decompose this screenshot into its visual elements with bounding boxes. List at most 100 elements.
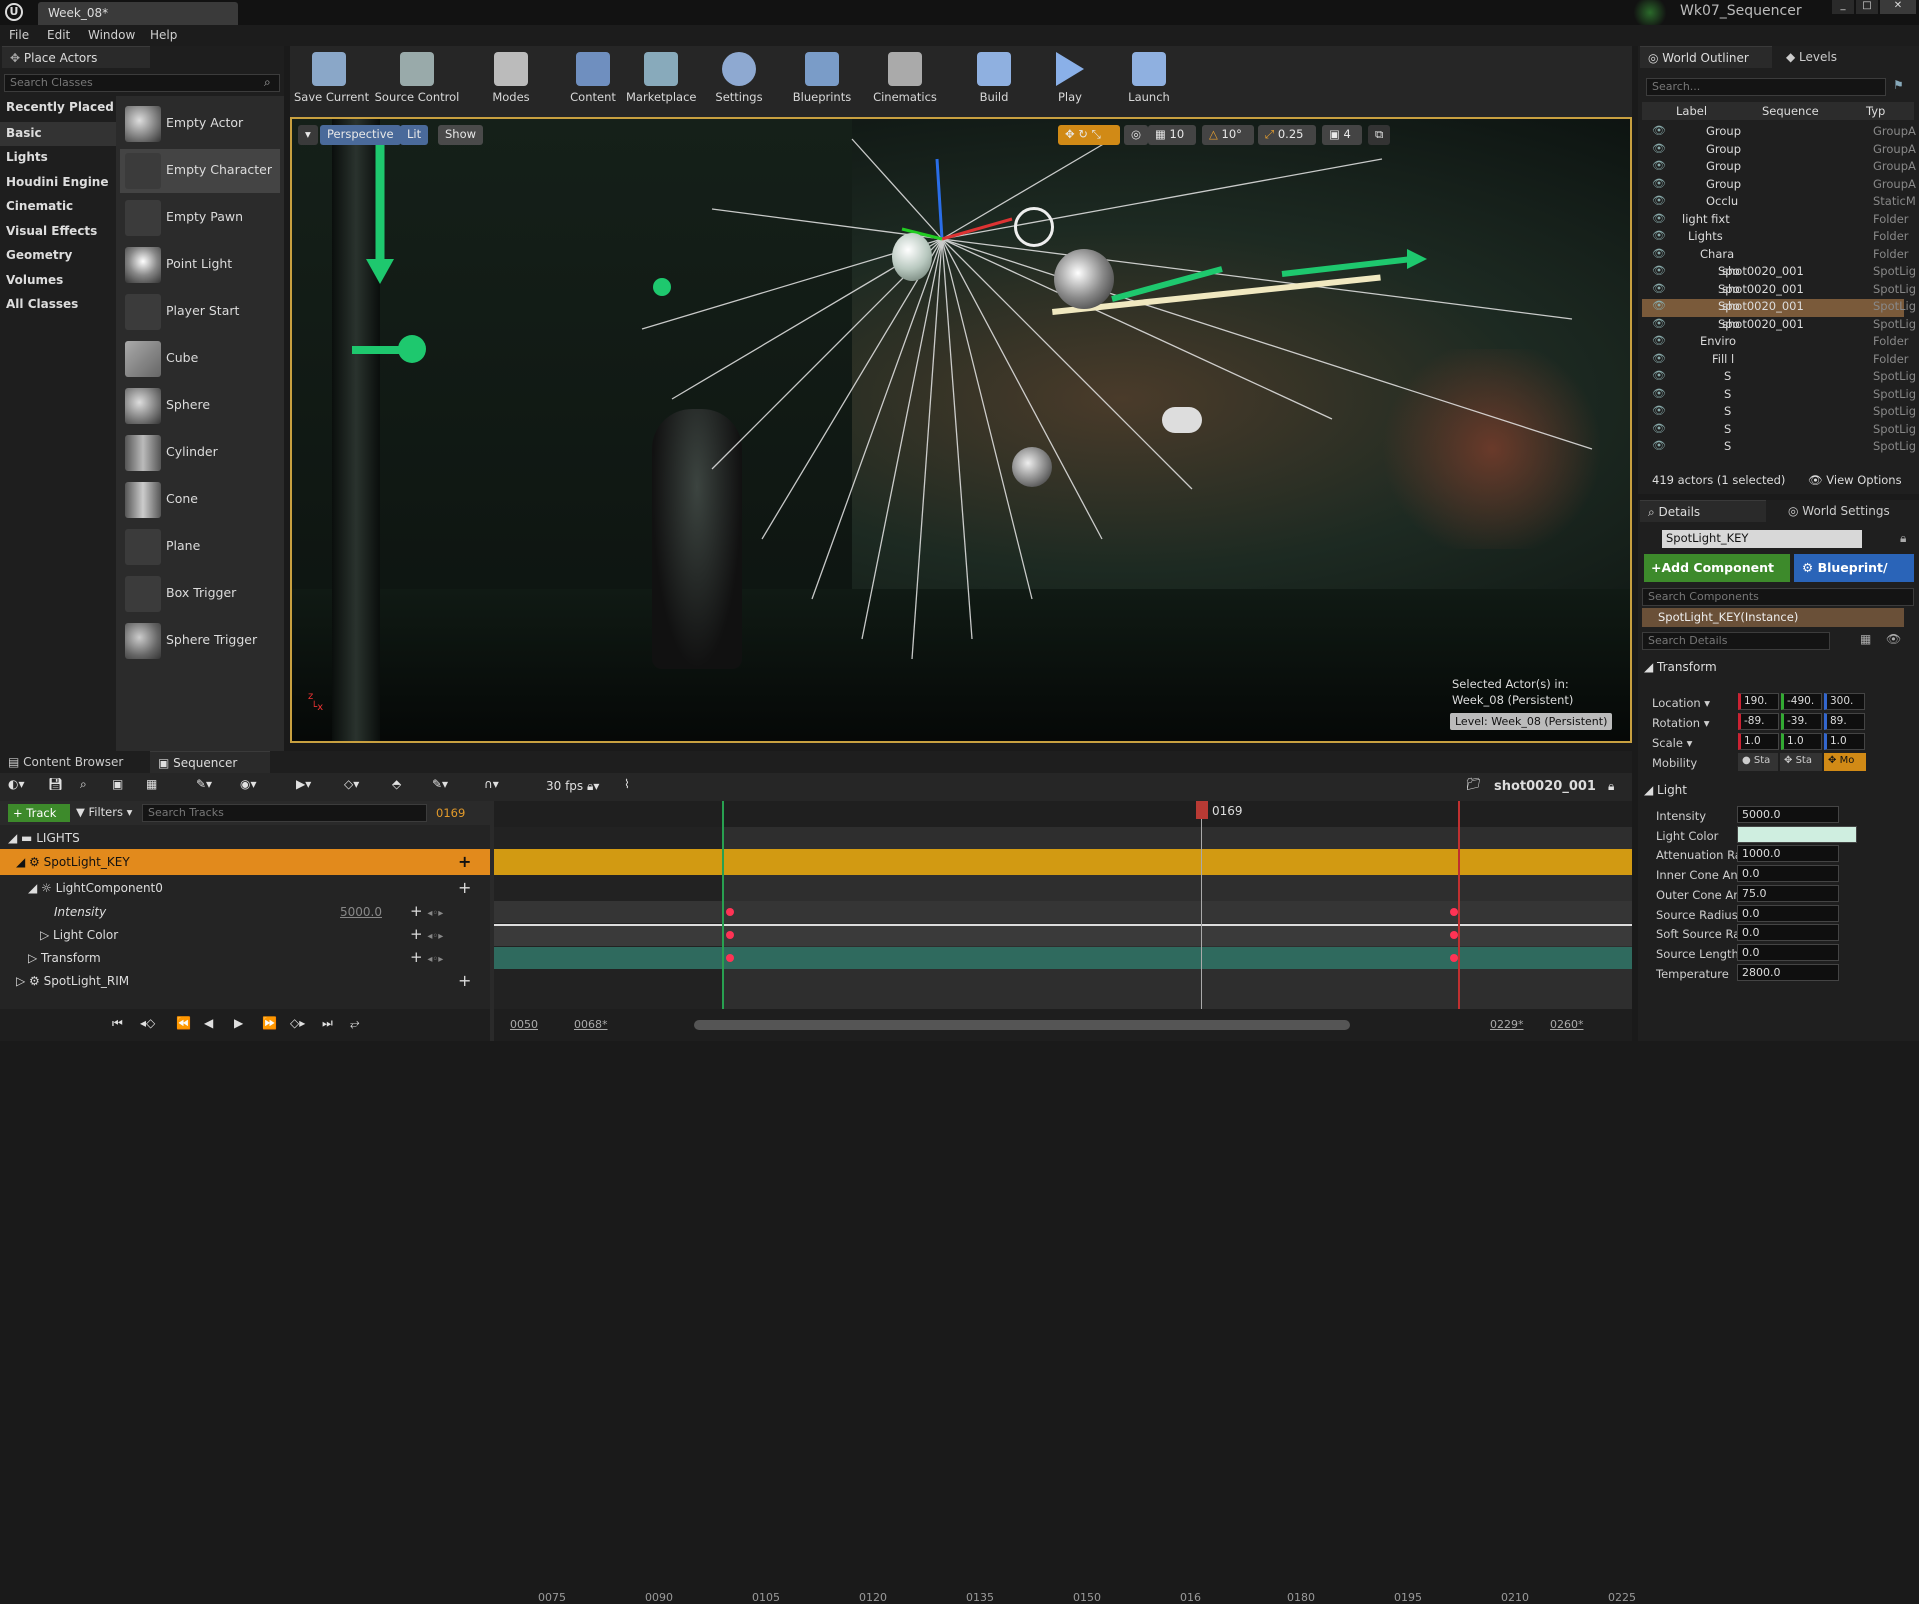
visibility-eye-icon[interactable]: 👁: [1652, 159, 1666, 172]
modes-button[interactable]: Modes: [476, 50, 546, 118]
visibility-eye-icon[interactable]: 👁: [1652, 317, 1666, 330]
light-prop-value[interactable]: 75.0: [1737, 884, 1839, 902]
rotation-y[interactable]: -39.: [1781, 713, 1822, 730]
transform-tools[interactable]: ✥ ↻ ⤡: [1058, 125, 1120, 145]
curve-editor-icon[interactable]: ⌇: [624, 777, 630, 791]
light-color-swatch[interactable]: [1737, 825, 1857, 843]
maximize-button[interactable]: □: [1856, 0, 1878, 14]
scale-z[interactable]: 1.0: [1824, 733, 1865, 750]
actor-cone[interactable]: Cone: [120, 478, 280, 522]
section-intensity[interactable]: [494, 901, 1632, 923]
source-control-button[interactable]: Source Control: [372, 50, 462, 118]
outliner-row[interactable]: 👁 Enviro Folder: [1642, 332, 1909, 350]
search-icon[interactable]: ⌕: [80, 777, 87, 792]
actor-plane[interactable]: Plane: [120, 525, 280, 569]
category-volumes[interactable]: Volumes: [6, 273, 63, 287]
prev-key-icon[interactable]: ◂◇: [140, 1016, 155, 1030]
outliner-row[interactable]: 👁 Occlu StaticM: [1642, 192, 1916, 210]
view-options-button[interactable]: 👁 View Options: [1808, 473, 1902, 487]
category-recently-placed[interactable]: Recently Placed: [6, 100, 114, 114]
col-sequence[interactable]: Sequence: [1762, 104, 1819, 118]
light-prop-value[interactable]: 0.0: [1737, 924, 1839, 942]
rotation-x[interactable]: -89.: [1738, 713, 1779, 730]
outliner-row[interactable]: 👁 Spo shot0020_001 SpotLig: [1642, 315, 1916, 333]
visibility-eye-icon[interactable]: 👁: [1652, 247, 1666, 260]
keyframe[interactable]: [726, 931, 734, 939]
jump-end-icon[interactable]: ⏭: [322, 1016, 333, 1031]
track-transform[interactable]: ▷ Transform + ◂◦▸: [0, 947, 490, 969]
scale-y[interactable]: 1.0: [1781, 733, 1822, 750]
sequencer-tab[interactable]: ▣ Sequencer: [150, 751, 270, 773]
actor-box-trigger[interactable]: Box Trigger: [120, 572, 280, 616]
grid-snap-button[interactable]: ▦ 10: [1148, 125, 1196, 145]
content-browser-tab[interactable]: ▤ Content Browser: [8, 755, 123, 769]
visibility-eye-icon[interactable]: 👁: [1652, 124, 1666, 137]
add-icon[interactable]: +: [458, 852, 471, 871]
playhead-marker[interactable]: [1196, 801, 1208, 819]
col-type[interactable]: Typ: [1866, 104, 1885, 118]
world-outliner-tab[interactable]: ◎ World Outliner: [1640, 46, 1772, 68]
light-prop-value[interactable]: 0.0: [1737, 904, 1839, 922]
actor-sphere-trigger[interactable]: Sphere Trigger: [120, 619, 280, 663]
add-icon[interactable]: +: [458, 878, 471, 897]
step-forward-icon[interactable]: ⏩: [262, 1016, 277, 1030]
outliner-row[interactable]: 👁 Group GroupA: [1642, 157, 1916, 175]
section-transform[interactable]: [494, 947, 1632, 969]
light-prop-value[interactable]: 1000.0: [1737, 845, 1839, 863]
outliner-row[interactable]: 👁 Spo shot0020_001 SpotLig: [1642, 280, 1916, 298]
category-visual-effects[interactable]: Visual Effects: [6, 224, 97, 238]
category-all-classes[interactable]: All Classes: [6, 297, 78, 311]
viewport-options-button[interactable]: ▾: [298, 125, 318, 145]
menu-edit[interactable]: Edit: [47, 28, 70, 42]
spotlight-icon[interactable]: [1012, 447, 1052, 487]
lock-icon[interactable]: 🔒︎: [1608, 779, 1614, 794]
next-key-icon[interactable]: ◇▸: [290, 1016, 305, 1030]
sphere-reflection-icon[interactable]: [1054, 249, 1114, 309]
location-x[interactable]: 190.: [1738, 693, 1779, 710]
lock-icon[interactable]: 🔒︎: [1900, 531, 1906, 546]
levels-tab[interactable]: ◆ Levels: [1786, 50, 1837, 64]
lit-button[interactable]: Lit: [400, 125, 429, 145]
track-light-color[interactable]: ▷ Light Color + ◂◦▸: [0, 924, 490, 946]
scale-x[interactable]: 1.0: [1738, 733, 1779, 750]
light-prop-value[interactable]: 2800.0: [1737, 963, 1839, 981]
light-prop-value[interactable]: 0.0: [1737, 865, 1839, 883]
level-viewport[interactable]: ▾ Perspective Lit Show ✥ ↻ ⤡ ◎ ▦ 10 △ 10…: [290, 117, 1632, 743]
transform-section-header[interactable]: ◢ Transform: [1640, 658, 1912, 678]
loop-icon[interactable]: ⥂: [350, 1016, 360, 1031]
menu-help[interactable]: Help: [150, 28, 177, 42]
outliner-row[interactable]: 👁 S SpotLig: [1642, 367, 1916, 385]
visibility-eye-icon[interactable]: 👁: [1652, 212, 1666, 225]
visibility-eye-icon[interactable]: 👁: [1652, 387, 1666, 400]
actor-sphere[interactable]: Sphere: [120, 384, 280, 428]
rotation-z[interactable]: 89.: [1824, 713, 1865, 730]
target-icon[interactable]: [1014, 207, 1054, 247]
bulb-light-icon[interactable]: [892, 233, 932, 281]
details-tab[interactable]: ⌕ Details: [1640, 500, 1766, 522]
intensity-value[interactable]: 5000.0: [340, 905, 382, 919]
outliner-filter-icon[interactable]: ⚑: [1893, 78, 1904, 92]
eye-icon[interactable]: 👁: [1886, 632, 1901, 646]
visibility-eye-icon[interactable]: 👁: [1652, 404, 1666, 417]
filters-button[interactable]: ▼ Filters ▾: [76, 805, 132, 819]
outliner-search-input[interactable]: Search...: [1646, 78, 1886, 96]
visibility-eye-icon[interactable]: 👁: [1652, 299, 1666, 312]
add-key-icon[interactable]: + ◂◦▸: [410, 902, 443, 920]
fps-dropdown[interactable]: 30 fps 🔒︎▾: [546, 779, 599, 794]
reverse-icon[interactable]: ◀: [204, 1016, 213, 1030]
category-houdini-engine[interactable]: Houdini Engine: [6, 175, 109, 189]
range-scrollbar[interactable]: [694, 1020, 1350, 1030]
location-z[interactable]: 300.: [1824, 693, 1865, 710]
location-y[interactable]: -490.: [1781, 693, 1822, 710]
outliner-row[interactable]: 👁 Group GroupA: [1642, 175, 1916, 193]
component-instance-row[interactable]: SpotLight_KEY(Instance): [1642, 608, 1904, 627]
render-icon[interactable]: ▦: [146, 777, 157, 791]
world-icon[interactable]: ◐▾: [8, 777, 25, 791]
range-out-label[interactable]: 0229*: [1490, 1018, 1524, 1031]
minimize-button[interactable]: _: [1832, 0, 1854, 14]
actor-name-field[interactable]: SpotLight_KEY: [1662, 530, 1862, 548]
location-label[interactable]: Location ▾: [1652, 696, 1710, 710]
add-key-icon[interactable]: + ◂◦▸: [410, 925, 443, 943]
outliner-row[interactable]: 👁 Spo shot0020_001 SpotLig: [1642, 262, 1916, 280]
outliner-row[interactable]: 👁 light fixt Folder: [1642, 210, 1909, 228]
